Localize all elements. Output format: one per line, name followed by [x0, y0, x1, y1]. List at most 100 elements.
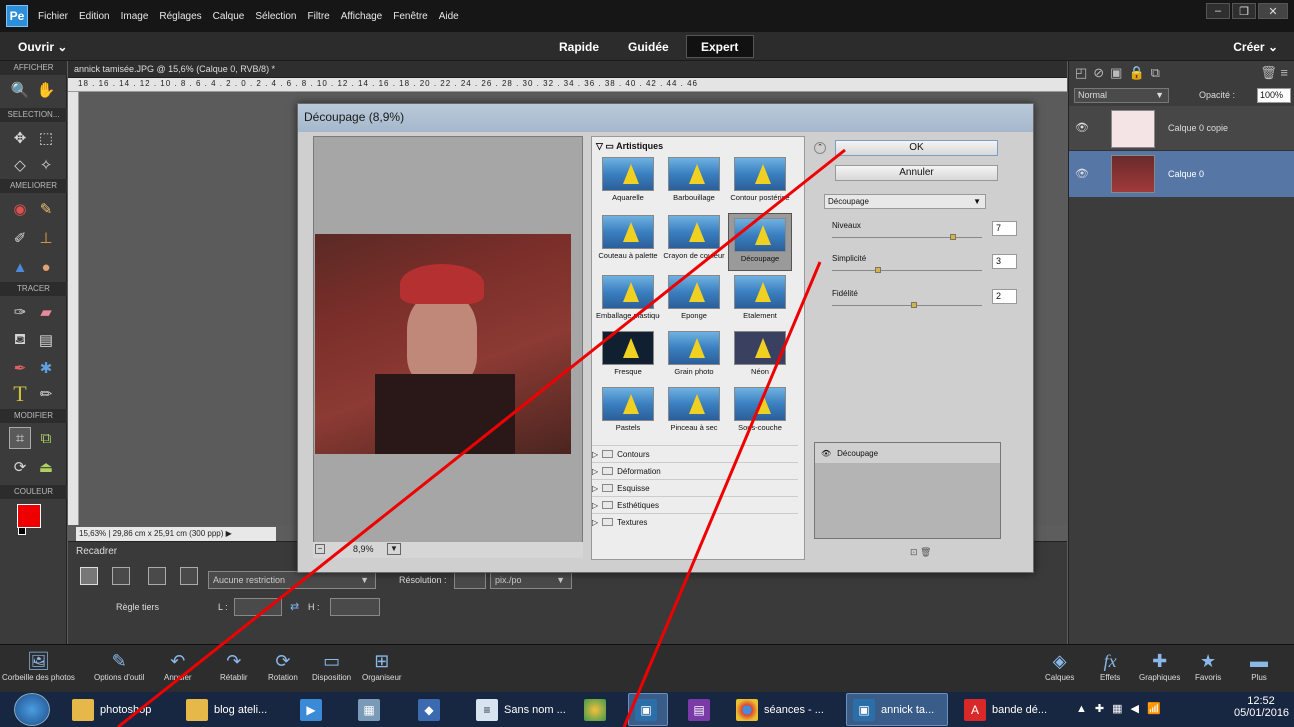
- menu-fichier[interactable]: Fichier: [38, 11, 68, 22]
- slider-fidelite[interactable]: Fidélité 2: [832, 289, 1017, 329]
- filter-thumb[interactable]: Barbouillage: [662, 157, 726, 209]
- restriction-select[interactable]: Aucune restriction ▼: [208, 571, 376, 589]
- gradient-icon[interactable]: ▤: [35, 329, 57, 351]
- layer-row[interactable]: 👁 Calque 0 copie: [1069, 106, 1294, 151]
- redo-button[interactable]: ↷ Rétablir: [220, 649, 248, 682]
- slider-value[interactable]: 2: [992, 289, 1017, 304]
- menu-selection[interactable]: Sélection: [255, 11, 296, 22]
- smart-brush-icon[interactable]: ✐: [9, 227, 31, 249]
- filter-thumb[interactable]: Néon: [728, 331, 792, 383]
- menu-calque[interactable]: Calque: [213, 11, 245, 22]
- taskbar-item[interactable]: ▣ annick ta...: [846, 693, 948, 726]
- straighten-icon[interactable]: ⏏: [35, 456, 57, 478]
- restore-icon[interactable]: ❐: [1232, 3, 1256, 19]
- filter-thumb[interactable]: Emballage plastique: [596, 275, 660, 327]
- tab-expert[interactable]: Expert: [686, 35, 754, 58]
- resolution-input[interactable]: [454, 571, 486, 589]
- effect-layer-row[interactable]: 👁 Découpage: [815, 443, 1000, 463]
- lasso-icon[interactable]: ◇: [9, 154, 31, 176]
- tab-guidee[interactable]: Guidée: [614, 35, 683, 58]
- menu-aide[interactable]: Aide: [439, 11, 459, 22]
- menu-image[interactable]: Image: [121, 11, 149, 22]
- slider-knob[interactable]: [911, 302, 918, 308]
- eraser-icon[interactable]: ▰: [35, 301, 57, 323]
- collapse-icon[interactable]: ⌃: [814, 142, 826, 154]
- slider-knob[interactable]: [875, 267, 882, 273]
- category-artistiques[interactable]: ▽ ▭ Artistiques: [596, 141, 663, 152]
- unit-select[interactable]: pix./po ▼: [490, 571, 572, 589]
- new-effect-layer-icon[interactable]: ⊡ 🗑: [910, 547, 931, 558]
- layout-button[interactable]: ▭ Disposition: [312, 649, 351, 682]
- effects-button[interactable]: fx Effets: [1100, 649, 1120, 682]
- zoom-dropdown-icon[interactable]: ▼: [387, 543, 401, 555]
- menu-filtre[interactable]: Filtre: [308, 11, 330, 22]
- clone-stamp-icon[interactable]: ⊥: [35, 227, 57, 249]
- magic-wand-icon[interactable]: ✧: [35, 154, 57, 176]
- category-esthetiques[interactable]: ▷ Esthétiques: [592, 496, 798, 513]
- slider-value[interactable]: 3: [992, 254, 1017, 269]
- filter-thumb[interactable]: Etalement: [728, 275, 792, 327]
- slider-knob[interactable]: [950, 234, 957, 240]
- filter-thumb[interactable]: Eponge: [662, 275, 726, 327]
- content-move-icon[interactable]: ⟳: [9, 456, 31, 478]
- trash-icon[interactable]: 🗑 ≡: [1260, 65, 1288, 81]
- taskbar-item[interactable]: ▣: [628, 693, 668, 726]
- type-icon[interactable]: T: [9, 381, 31, 406]
- blend-mode-select[interactable]: Normal ▼: [1074, 88, 1169, 103]
- grid-thirds-button[interactable]: [80, 567, 98, 585]
- blur-icon[interactable]: ▲: [9, 256, 31, 278]
- width-input[interactable]: [234, 598, 282, 616]
- taskbar-item[interactable]: blog ateli...: [180, 693, 290, 726]
- tool-options-button[interactable]: ✎ Options d'outil: [94, 649, 144, 682]
- visibility-icon[interactable]: 👁: [1075, 121, 1089, 134]
- ok-button[interactable]: OK: [835, 140, 998, 156]
- zoom-out-icon[interactable]: −: [315, 544, 325, 554]
- undo-button[interactable]: ↶ Annuler: [164, 649, 192, 682]
- eyedropper-icon[interactable]: ✒: [9, 357, 31, 379]
- hand-icon[interactable]: ✋: [35, 79, 57, 101]
- filter-select[interactable]: Découpage ▼: [824, 194, 986, 209]
- category-deformation[interactable]: ▷ Déformation: [592, 462, 798, 479]
- zoom-icon[interactable]: 🔍: [9, 79, 31, 101]
- filter-thumb[interactable]: Contour postérisé: [728, 157, 792, 209]
- preview-pane[interactable]: [313, 136, 583, 552]
- filter-thumb[interactable]: Aquarelle: [596, 157, 660, 209]
- rotate-button[interactable]: ⟳ Rotation: [268, 649, 298, 682]
- clock[interactable]: 12:52 05/01/2016: [1234, 695, 1289, 719]
- filter-thumb[interactable]: Pastels: [596, 387, 660, 439]
- filter-thumb[interactable]: Sous-couche: [728, 387, 792, 439]
- photo-bin-button[interactable]: 🖼 Corbeille des photos: [2, 649, 75, 682]
- favorites-button[interactable]: ★ Favoris: [1195, 649, 1221, 682]
- taskbar-item[interactable]: ◆: [412, 693, 448, 726]
- recompose-icon[interactable]: ⧉: [35, 427, 57, 449]
- overlay-off-button[interactable]: [180, 567, 198, 585]
- filter-thumb[interactable]: Grain photo: [662, 331, 726, 383]
- spot-healing-icon[interactable]: ✎: [35, 198, 57, 220]
- document-tab[interactable]: annick tamisée.JPG @ 15,6% (Calque 0, RV…: [68, 61, 1067, 78]
- layer-row-selected[interactable]: 👁 Calque 0: [1069, 151, 1294, 197]
- opacity-input[interactable]: 100%: [1257, 88, 1291, 103]
- taskbar-item[interactable]: [578, 693, 618, 726]
- marquee-icon[interactable]: ⬚: [35, 127, 57, 149]
- shape-icon[interactable]: ✱: [35, 357, 57, 379]
- taskbar-item[interactable]: ≡ Sans nom ...: [470, 693, 570, 726]
- category-esquisse[interactable]: ▷ Esquisse: [592, 479, 798, 496]
- taskbar-item[interactable]: ▤: [682, 693, 722, 726]
- brush-icon[interactable]: ✑: [9, 301, 31, 323]
- red-eye-icon[interactable]: ◉: [9, 198, 31, 220]
- background-color-swatch[interactable]: [18, 527, 26, 535]
- taskbar-item[interactable]: Abande dé...: [958, 693, 1062, 726]
- slider-value[interactable]: 7: [992, 221, 1017, 236]
- paint-bucket-icon[interactable]: ⛾: [9, 329, 31, 351]
- slider-simplicite[interactable]: Simplicité 3: [832, 254, 1017, 294]
- grid-button[interactable]: [112, 567, 130, 585]
- visibility-icon[interactable]: 👁: [1075, 167, 1089, 180]
- menu-affichage[interactable]: Affichage: [341, 11, 383, 22]
- pencil-icon[interactable]: ✏: [35, 383, 57, 405]
- graphics-button[interactable]: ✚ Graphiques: [1139, 649, 1180, 682]
- tray-icons[interactable]: ▲✚▦◀📶: [1076, 702, 1169, 715]
- visibility-icon[interactable]: 👁: [821, 449, 831, 458]
- minimize-icon[interactable]: –: [1206, 3, 1230, 19]
- height-input[interactable]: [330, 598, 380, 616]
- create-button[interactable]: Créer ⌄: [1233, 40, 1278, 54]
